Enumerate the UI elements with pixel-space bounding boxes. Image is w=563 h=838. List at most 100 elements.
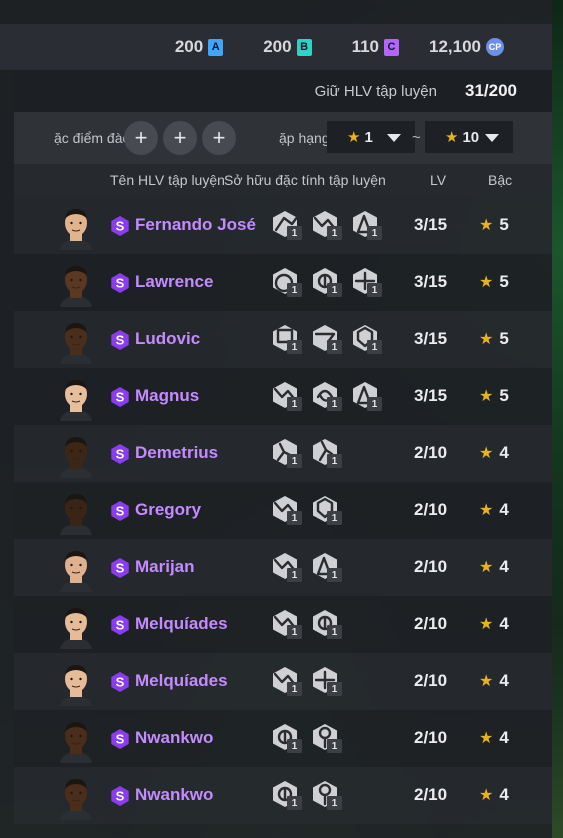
defend-trait-icon[interactable]: 1 <box>310 552 342 582</box>
ball-trait-icon[interactable]: 1 <box>310 267 342 297</box>
currency-c-icon: C <box>384 38 399 56</box>
run-trait-icon[interactable]: 1 <box>310 438 342 468</box>
coach-name[interactable]: Nwankwo <box>135 785 213 805</box>
coach-avatar <box>56 377 96 421</box>
pass-trait-icon[interactable]: 1 <box>270 210 302 240</box>
special-grade-icon: S <box>110 444 130 464</box>
ball-trait-icon[interactable]: 1 <box>270 780 302 810</box>
shoot-trait-icon[interactable]: 1 <box>270 267 302 297</box>
add-trait-filter-button-1[interactable]: + <box>124 121 158 155</box>
min-rank-select[interactable]: ★ 1 <box>327 121 415 153</box>
ball-trait-icon[interactable]: 1 <box>270 723 302 753</box>
dribble-trait-icon[interactable]: 1 <box>270 666 302 696</box>
max-rank-select[interactable]: ★ 10 <box>425 121 513 153</box>
coach-grade: ★ 4 <box>479 443 509 463</box>
special-grade-icon: S <box>110 615 130 635</box>
spin-trait-icon[interactable]: 1 <box>310 381 342 411</box>
coach-traits: 11 <box>270 609 342 639</box>
shield-trait-icon[interactable]: 1 <box>350 324 382 354</box>
coach-row[interactable]: S Nwankwo 1 1 2/10 ★ 4 <box>14 710 552 767</box>
column-lv[interactable]: LV <box>430 172 446 188</box>
trait-count: 1 <box>327 397 342 411</box>
coach-level: 2/10 <box>414 557 448 576</box>
coach-name[interactable]: Ludovic <box>135 329 200 349</box>
special-grade-icon: S <box>110 729 130 749</box>
coach-row[interactable]: S Demetrius 1 1 2/10 ★ 4 <box>14 425 552 482</box>
coach-name[interactable]: Magnus <box>135 386 199 406</box>
coach-list: S Fernando José 1 1 1 3/15 ★ 5 S Lawrence 1 1 1 3/15 ★… <box>14 197 552 824</box>
coach-name[interactable]: Melquíades <box>135 614 228 634</box>
column-grade[interactable]: Bậc <box>488 172 512 188</box>
plus-icon: + <box>212 125 226 150</box>
coach-name[interactable]: Demetrius <box>135 443 218 463</box>
dribble-trait-icon[interactable]: 1 <box>270 552 302 582</box>
coach-name[interactable]: Gregory <box>135 500 201 520</box>
chevron-down-icon <box>485 134 499 142</box>
coach-row[interactable]: S Fernando José 1 1 1 3/15 ★ 5 <box>14 197 552 254</box>
star-icon: ★ <box>479 673 494 690</box>
pressure-trait-icon[interactable]: 1 <box>350 267 382 297</box>
add-trait-filter-button-2[interactable]: + <box>163 121 197 155</box>
coach-level: 3/15 <box>414 329 448 348</box>
currency-cp-icon: CP <box>486 38 504 56</box>
coach-avatar <box>56 605 96 649</box>
coach-grade-value: 5 <box>499 386 509 405</box>
pressure-trait-icon[interactable]: 1 <box>310 666 342 696</box>
trait-filter-label: ặc điểm đào <box>54 130 131 146</box>
coach-grade: ★ 4 <box>479 728 509 748</box>
coach-grade-value: 4 <box>499 443 509 462</box>
coach-grade-value: 4 <box>499 671 509 690</box>
coach-avatar <box>56 263 96 307</box>
tackle-trait-icon[interactable]: 1 <box>270 438 302 468</box>
coach-grade: ★ 4 <box>479 671 509 691</box>
defend-trait-icon[interactable]: 1 <box>350 381 382 411</box>
min-rank-value: 1 <box>364 128 373 146</box>
coach-level: 2/10 <box>414 500 448 519</box>
coach-level: 2/10 <box>414 671 448 690</box>
coach-name[interactable]: Lawrence <box>135 272 213 292</box>
coach-traits: 11 <box>270 438 342 468</box>
add-trait-filter-button-3[interactable]: + <box>202 121 236 155</box>
trait-count: 1 <box>367 226 382 240</box>
trait-count: 1 <box>287 340 302 354</box>
special-grade-icon: S <box>110 273 130 293</box>
coach-row[interactable]: S Ludovic 1 1 1 3/15 ★ 5 <box>14 311 552 368</box>
dribble-trait-icon[interactable]: 1 <box>270 495 302 525</box>
coach-grade: ★ 5 <box>479 386 509 406</box>
svg-text:S: S <box>116 333 125 348</box>
column-name[interactable]: Tên HLV tập luyện <box>110 172 225 188</box>
coach-name[interactable]: Nwankwo <box>135 728 213 748</box>
cross-trait-icon[interactable]: 1 <box>310 324 342 354</box>
coach-row[interactable]: S Marijan 1 1 2/10 ★ 4 <box>14 539 552 596</box>
rank-filter-label: ặp hạng <box>279 130 330 146</box>
dribble-trait-icon[interactable]: 1 <box>270 381 302 411</box>
shield-trait-icon[interactable]: 1 <box>310 495 342 525</box>
coach-row[interactable]: S Magnus 1 1 1 3/15 ★ 5 <box>14 368 552 425</box>
coach-row[interactable]: S Gregory 1 1 2/10 ★ 4 <box>14 482 552 539</box>
coach-row[interactable]: S Lawrence 1 1 1 3/15 ★ 5 <box>14 254 552 311</box>
coach-panel: 200 A 200 B 110 C 12,100 CP Giữ HLV tập … <box>0 0 552 838</box>
coach-grade: ★ 4 <box>479 557 509 577</box>
trait-count: 1 <box>367 397 382 411</box>
coach-name[interactable]: Marijan <box>135 557 195 577</box>
table-header: Tên HLV tập luyện Sở hữu đặc tính tập lu… <box>14 164 552 197</box>
coach-name[interactable]: Melquíades <box>135 671 228 691</box>
svg-text:S: S <box>116 504 125 519</box>
coach-avatar <box>56 662 96 706</box>
head-trait-icon[interactable]: 1 <box>310 780 342 810</box>
defend-trait-icon[interactable]: 1 <box>350 210 382 240</box>
coach-row[interactable]: S Melquíades 1 1 2/10 ★ 4 <box>14 596 552 653</box>
gk-trait-icon[interactable]: 1 <box>270 324 302 354</box>
coach-row[interactable]: S Melquíades 1 1 2/10 ★ 4 <box>14 653 552 710</box>
currency-c-value: 110 <box>351 37 379 56</box>
coach-name[interactable]: Fernando José <box>135 215 256 235</box>
coach-grade: ★ 5 <box>479 215 509 235</box>
coach-traits: 1 1 1 <box>270 324 382 354</box>
coach-level: 3/15 <box>414 272 448 291</box>
head-trait-icon[interactable]: 1 <box>310 723 342 753</box>
coach-row[interactable]: S Nwankwo 1 1 2/10 ★ 4 <box>14 767 552 824</box>
dribble-trait-icon[interactable]: 1 <box>310 210 342 240</box>
dribble-trait-icon[interactable]: 1 <box>270 609 302 639</box>
ball-trait-icon[interactable]: 1 <box>310 609 342 639</box>
column-traits[interactable]: Sở hữu đặc tính tập luyện <box>224 172 386 188</box>
